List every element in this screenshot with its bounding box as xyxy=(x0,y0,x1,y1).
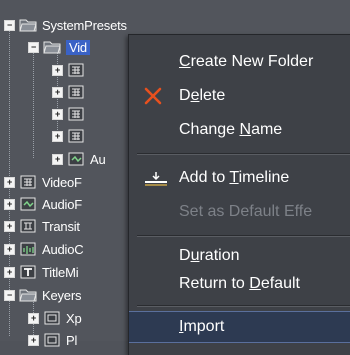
menu-item-label: Set as Default Effe xyxy=(179,203,313,220)
tree-item-label: Vid xyxy=(66,39,90,55)
collapse-toggle[interactable]: − xyxy=(4,289,15,301)
menu-item-add-to-timeline[interactable]: Add to Timeline xyxy=(129,163,350,193)
tree-item-preset[interactable]: + xyxy=(52,81,90,103)
keyer-preset-icon xyxy=(44,333,60,347)
tree-item-video-selected[interactable]: − Vid xyxy=(28,36,90,58)
tree-item-label: VideoF xyxy=(42,174,82,190)
menu-item-return-to-default[interactable]: Return to Default xyxy=(129,269,350,299)
tree-item-label: Pl xyxy=(66,332,78,348)
expand-toggle[interactable]: + xyxy=(52,86,63,98)
tree-item-keyers[interactable]: − Keyers xyxy=(4,284,81,306)
expand-toggle[interactable]: + xyxy=(28,334,39,346)
context-menu: Create New Folder Delete Change Name Add… xyxy=(128,34,350,355)
tree-item-label: Au xyxy=(90,151,106,167)
folder-open-icon xyxy=(43,41,61,54)
menu-separator xyxy=(137,305,350,307)
menu-item-label: Delete xyxy=(179,87,226,104)
tree-line xyxy=(33,50,34,158)
tree-item-xp[interactable]: + Xp xyxy=(28,307,82,329)
menu-separator xyxy=(137,235,350,237)
add-to-timeline-icon xyxy=(145,172,167,186)
tree-item-pl[interactable]: + Pl xyxy=(28,329,77,351)
audio-c-preset-icon xyxy=(20,242,36,256)
menu-item-label: Duration xyxy=(179,247,240,264)
grid-preset-icon xyxy=(68,63,84,77)
tree-item-audioc[interactable]: + AudioC xyxy=(4,238,84,260)
audio-preset-icon xyxy=(68,152,84,166)
expand-toggle[interactable]: + xyxy=(4,176,15,188)
tree-item-label: AudioC xyxy=(42,241,84,257)
tree-item-label: Xp xyxy=(66,310,82,326)
keyer-preset-icon xyxy=(44,311,60,325)
collapse-toggle[interactable]: − xyxy=(28,41,39,53)
expand-toggle[interactable]: + xyxy=(4,198,15,210)
menu-item-change-name[interactable]: Change Name xyxy=(129,115,350,145)
tree-item-label: Transit xyxy=(42,218,80,234)
expand-toggle[interactable]: + xyxy=(4,266,15,278)
tree-item-preset[interactable]: + xyxy=(52,59,90,81)
tree-item-preset[interactable]: + xyxy=(52,125,90,147)
tree-item-preset[interactable]: + xyxy=(52,103,90,125)
menu-item-label: Add to Timeline xyxy=(179,169,290,186)
grid-preset-icon xyxy=(68,107,84,121)
menu-item-set-as-default-effect[interactable]: Set as Default Effe xyxy=(129,197,350,227)
tree-item-audiof[interactable]: + AudioF xyxy=(4,193,82,215)
menu-item-label: Return to Default xyxy=(179,275,300,292)
transition-preset-icon xyxy=(20,219,36,233)
title-preset-icon xyxy=(20,265,36,279)
tree-item-titlemi[interactable]: + TitleMi xyxy=(4,261,79,283)
expand-toggle[interactable]: + xyxy=(52,153,63,165)
expand-toggle[interactable]: + xyxy=(52,130,63,142)
tree-item-videof[interactable]: + VideoF xyxy=(4,171,82,193)
menu-separator xyxy=(137,153,350,155)
grid-preset-icon xyxy=(68,129,84,143)
menu-item-import[interactable]: Import xyxy=(129,311,350,343)
expand-toggle[interactable]: + xyxy=(28,312,39,324)
folder-open-icon xyxy=(19,289,37,302)
menu-item-label: Create New Folder xyxy=(179,53,314,70)
expand-toggle[interactable]: + xyxy=(4,243,15,255)
folder-open-icon xyxy=(19,19,37,32)
tree-item-label: AudioF xyxy=(42,196,82,212)
tree-item-transit[interactable]: + Transit xyxy=(4,215,80,237)
collapse-toggle[interactable]: − xyxy=(4,19,15,31)
audio-preset-icon xyxy=(20,197,36,211)
menu-item-label: Change Name xyxy=(179,121,283,138)
menu-item-label: Import xyxy=(179,318,225,335)
grid-preset-icon xyxy=(20,175,36,189)
expand-toggle[interactable]: + xyxy=(52,108,63,120)
tree-item-label: Keyers xyxy=(42,287,82,303)
tree-item-label: TitleMi xyxy=(42,264,79,280)
delete-x-icon xyxy=(144,87,162,105)
expand-toggle[interactable]: + xyxy=(52,64,63,76)
tree-item-audio[interactable]: + Au xyxy=(52,148,106,170)
menu-item-create-new-folder[interactable]: Create New Folder xyxy=(129,47,350,77)
tree-item-label: SystemPresets xyxy=(42,17,127,33)
menu-item-duration[interactable]: Duration xyxy=(129,241,350,271)
tree-item-systempresets[interactable]: − SystemPresets xyxy=(4,14,127,36)
grid-preset-icon xyxy=(68,85,84,99)
menu-item-delete[interactable]: Delete xyxy=(129,81,350,111)
expand-toggle[interactable]: + xyxy=(4,220,15,232)
